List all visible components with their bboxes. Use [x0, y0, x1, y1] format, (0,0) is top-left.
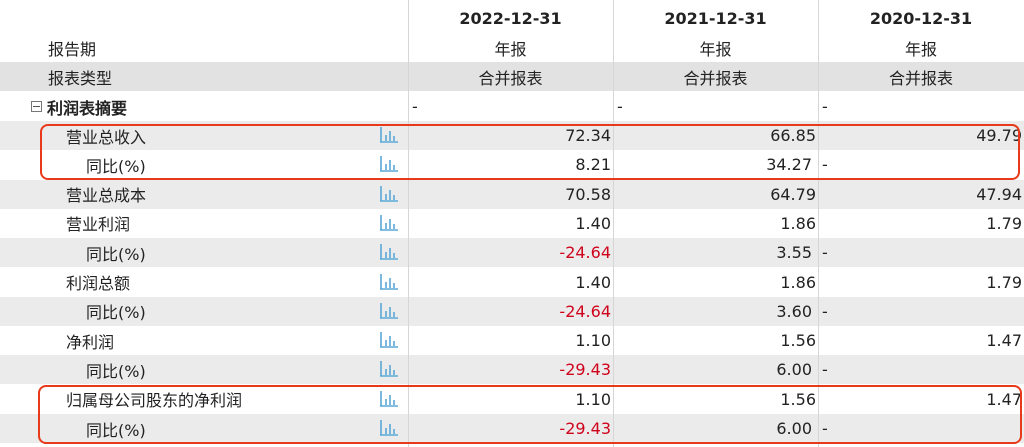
value-text: 3.55	[776, 243, 812, 263]
row-value-2: 1.86	[613, 209, 818, 238]
row-label: 营业总成本	[66, 186, 147, 206]
bar-chart-icon[interactable]	[379, 185, 399, 203]
value-text: 1.40	[575, 213, 611, 233]
highlight-box-net-profit	[38, 385, 1022, 444]
table-row: 利润总额 1.40 1.86 1.79	[0, 268, 1024, 297]
report-type-2: 合并报表	[683, 68, 748, 88]
value-text: 1.40	[575, 272, 611, 292]
report-period-label: 报告期	[48, 39, 97, 59]
row-value-2: 1.86	[613, 268, 818, 297]
section-value-2: -	[617, 97, 623, 116]
section-value-1: -	[412, 97, 418, 116]
row-value-2: 64.79	[613, 180, 818, 209]
value-text: 47.94	[976, 184, 1022, 204]
row-value-1: 1.40	[408, 268, 613, 297]
income-statement-table: 2022-12-31 2021-12-31 2020-12-31 报告期 年报 …	[0, 0, 1024, 447]
row-value-1: -24.64	[408, 297, 613, 326]
value-text: 1.86	[780, 213, 816, 233]
bar-chart-icon[interactable]	[379, 214, 399, 232]
value-text: 1.10	[575, 331, 611, 351]
report-type-3: 合并报表	[888, 68, 953, 88]
table-row: 营业总成本 70.58 64.79 47.94	[0, 179, 1024, 209]
value-text: 1.79	[986, 272, 1022, 292]
row-value-3: 47.94	[818, 180, 1024, 209]
report-period-row: 报告期 年报 年报 年报	[0, 33, 1024, 62]
row-value-3: -	[818, 355, 1024, 384]
report-type-1: 合并报表	[478, 68, 543, 88]
section-title: 利润表摘要	[47, 98, 128, 118]
row-label: 同比(%)	[86, 303, 146, 323]
column-divider	[613, 0, 614, 447]
value-text: -24.64	[559, 301, 611, 321]
row-label: 营业利润	[66, 215, 131, 235]
table-row: 净利润 1.10 1.56 1.47	[0, 326, 1024, 355]
value-text: 64.79	[770, 184, 816, 204]
table-row: 同比(%) -24.64 3.60-	[0, 296, 1024, 326]
report-period-1: 年报	[494, 39, 527, 59]
bar-chart-icon[interactable]	[379, 331, 399, 349]
report-type-row: 报表类型 合并报表 合并报表 合并报表	[0, 62, 1024, 91]
row-value-1: 1.40	[408, 209, 613, 238]
bar-chart-icon[interactable]	[379, 273, 399, 291]
column-divider	[408, 0, 409, 447]
row-label: 同比(%)	[86, 361, 146, 381]
row-value-3: 1.79	[818, 268, 1024, 297]
value-text: -	[822, 243, 828, 263]
section-row[interactable]: 利润表摘要 - - -	[0, 92, 1024, 121]
row-value-2: 1.56	[613, 326, 818, 355]
bar-chart-icon[interactable]	[379, 302, 399, 320]
value-text: 1.86	[780, 272, 816, 292]
value-text: 1.56	[780, 331, 816, 351]
row-label: 利润总额	[66, 274, 131, 293]
value-text: -	[822, 360, 828, 380]
date-col-3[interactable]: 2020-12-31	[818, 4, 1024, 33]
row-value-1: 70.58	[408, 180, 613, 209]
value-text: 3.60	[776, 301, 812, 321]
table-row: 同比(%) -29.43 6.00-	[0, 355, 1024, 385]
date-header-row: 2022-12-31 2021-12-31 2020-12-31	[0, 4, 1024, 33]
report-period-3: 年报	[904, 39, 937, 59]
row-value-3: 1.47	[818, 326, 1024, 355]
value-text: -24.64	[559, 243, 611, 263]
value-text: -	[822, 301, 828, 321]
value-text: -29.43	[559, 360, 611, 380]
value-text: 1.47	[986, 331, 1022, 351]
row-value-3: -	[818, 297, 1024, 326]
value-text: 6.00	[776, 360, 812, 380]
value-text: 1.79	[986, 213, 1022, 233]
row-label: 同比(%)	[86, 244, 146, 264]
date-col-1[interactable]: 2022-12-31	[408, 4, 613, 33]
table-row: 营业利润 1.40 1.86 1.79	[0, 209, 1024, 238]
row-value-3: -	[818, 238, 1024, 267]
date-col-2[interactable]: 2021-12-31	[613, 4, 818, 33]
row-value-2: 6.00	[613, 355, 818, 384]
highlight-box-revenue	[40, 124, 1020, 180]
row-value-2: 3.60	[613, 297, 818, 326]
bar-chart-icon[interactable]	[379, 243, 399, 261]
row-value-2: 3.55	[613, 238, 818, 267]
bar-chart-icon[interactable]	[379, 360, 399, 378]
report-period-2: 年报	[699, 39, 732, 59]
row-value-1: -29.43	[408, 355, 613, 384]
report-type-label: 报表类型	[48, 68, 113, 88]
row-value-3: 1.79	[818, 209, 1024, 238]
row-value-1: -24.64	[408, 238, 613, 267]
column-divider	[818, 0, 819, 447]
row-value-1: 1.10	[408, 326, 613, 355]
table-row: 同比(%) -24.64 3.55-	[0, 238, 1024, 268]
value-text: 70.58	[565, 184, 611, 204]
section-value-3: -	[822, 97, 828, 116]
row-label: 净利润	[66, 332, 115, 352]
collapse-minus-icon[interactable]	[31, 101, 42, 112]
